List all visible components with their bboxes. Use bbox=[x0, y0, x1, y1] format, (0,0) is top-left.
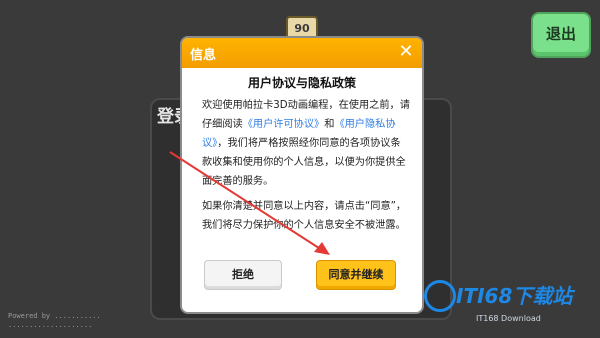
background-footer: Powered by ........... .................… bbox=[8, 312, 101, 330]
exit-button[interactable]: 退出 bbox=[531, 12, 591, 58]
dialog-body: 欢迎使用帕拉卡3D动画编程，在使用之前，请仔细阅读《用户许可协议》和《用户隐私协… bbox=[202, 96, 410, 241]
privacy-dialog: 信息 ✕ 用户协议与隐私政策 欢迎使用帕拉卡3D动画编程，在使用之前，请仔细阅读… bbox=[180, 36, 424, 314]
dialog-title: 信息 bbox=[190, 48, 217, 63]
dialog-header: 信息 ✕ bbox=[182, 38, 422, 68]
watermark-text: ITI68下载站 bbox=[456, 284, 573, 308]
agreement-paragraph: 欢迎使用帕拉卡3D动画编程，在使用之前，请仔细阅读《用户许可协议》和《用户隐私协… bbox=[202, 96, 410, 191]
watermark-subtext: IT168 Download bbox=[476, 314, 541, 323]
watermark-logo-icon bbox=[424, 280, 456, 312]
user-license-link[interactable]: 《用户许可协议》 bbox=[243, 119, 325, 130]
consent-paragraph: 如果你清楚并同意以上内容，请点击“同意”，我们将尽力保护你的个人信息安全不被泄露… bbox=[202, 201, 407, 231]
watermark: ITI68下载站 IT168 Download bbox=[424, 280, 596, 330]
para1-and: 和 bbox=[324, 119, 335, 130]
agree-continue-button[interactable]: 同意并继续 bbox=[316, 260, 396, 290]
dialog-heading: 用户协议与隐私政策 bbox=[247, 76, 356, 90]
reject-button[interactable]: 拒绝 bbox=[204, 260, 282, 290]
footer-line-1: Powered by ........... bbox=[8, 312, 101, 320]
para1-part2: ，我们将严格按照经你同意的各项协议条款收集和使用你的个人信息，以便为你提供全面完… bbox=[202, 138, 406, 187]
close-icon[interactable]: ✕ bbox=[396, 42, 416, 62]
footer-line-2: .................... bbox=[8, 321, 93, 329]
